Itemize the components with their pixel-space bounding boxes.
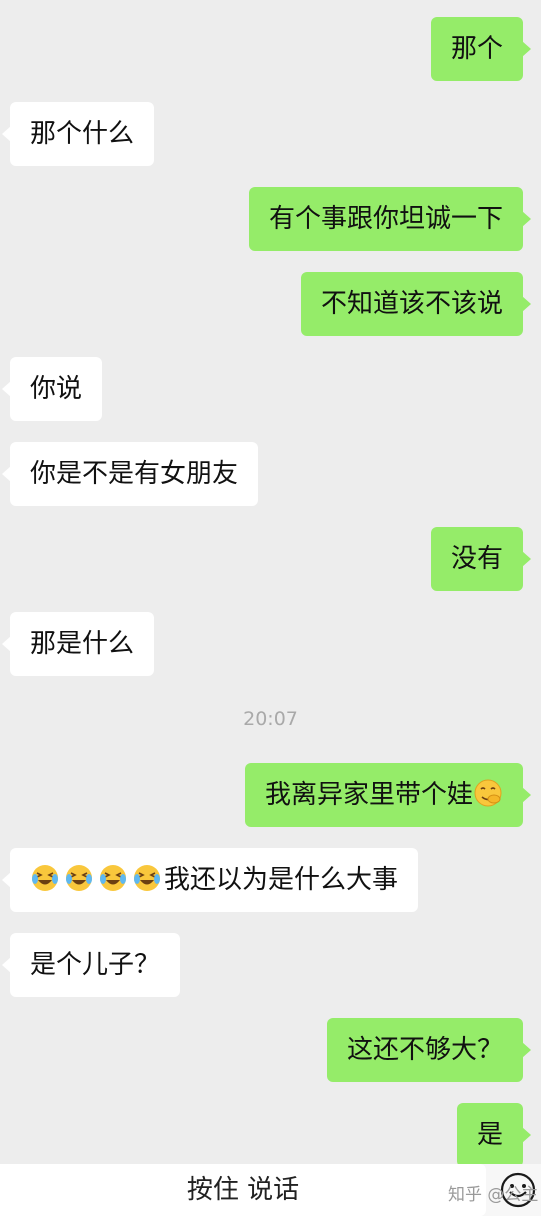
message-text: 这还不够大？ — [346, 1035, 503, 1065]
received-message[interactable]: 我还以为是什么大事 — [1, 848, 419, 912]
received-message[interactable]: 你是不是有女朋友 — [1, 442, 259, 506]
message-text: 你是不是有女朋友 — [30, 459, 239, 489]
message-text: 你说 — [30, 374, 83, 404]
received-message[interactable]: 是个儿子？ — [1, 933, 181, 997]
sent-message[interactable]: 那个 — [430, 17, 532, 81]
sent-message[interactable]: 不知道该不该说 — [300, 272, 532, 336]
sent-message[interactable]: 这还不够大？ — [326, 1018, 532, 1082]
hand-over-mouth-face-icon — [473, 778, 503, 808]
laughing-crying-face-icon — [30, 863, 60, 893]
laughing-crying-face-icon — [132, 863, 162, 893]
message-text: 是 — [476, 1120, 503, 1150]
message-text: 我还以为是什么大事 — [164, 865, 399, 895]
message-text: 我离异家里带个娃 — [264, 780, 473, 810]
sent-message[interactable]: 是 — [456, 1103, 532, 1167]
sent-message[interactable]: 我离异家里带个娃 — [244, 763, 532, 827]
received-message[interactable]: 那是什么 — [1, 612, 155, 676]
message-text: 那是什么 — [30, 629, 135, 659]
hold-to-talk-button[interactable]: 按住 说话 — [0, 1164, 486, 1216]
message-text: 没有 — [450, 544, 503, 574]
chat-area[interactable]: 那个 那个什么 有个事跟你坦诚一下 不知道该不该说 你说 你是不是有女朋友 没有… — [0, 0, 541, 1216]
watermark: 知乎 @公主 — [448, 1185, 539, 1205]
sent-message[interactable]: 有个事跟你坦诚一下 — [248, 187, 532, 251]
laughing-crying-face-icon — [98, 863, 128, 893]
laughing-crying-face-icon — [64, 863, 94, 893]
message-text: 有个事跟你坦诚一下 — [268, 204, 503, 234]
message-text: 不知道该不该说 — [320, 289, 503, 319]
timestamp: 20:07 — [243, 708, 298, 730]
sent-message[interactable]: 没有 — [430, 527, 532, 591]
message-text: 那个 — [450, 34, 503, 64]
received-message[interactable]: 你说 — [1, 357, 103, 421]
emoji-group — [30, 864, 162, 893]
received-message[interactable]: 那个什么 — [1, 102, 155, 166]
message-text: 那个什么 — [30, 119, 135, 149]
message-text: 是个儿子？ — [30, 950, 161, 980]
